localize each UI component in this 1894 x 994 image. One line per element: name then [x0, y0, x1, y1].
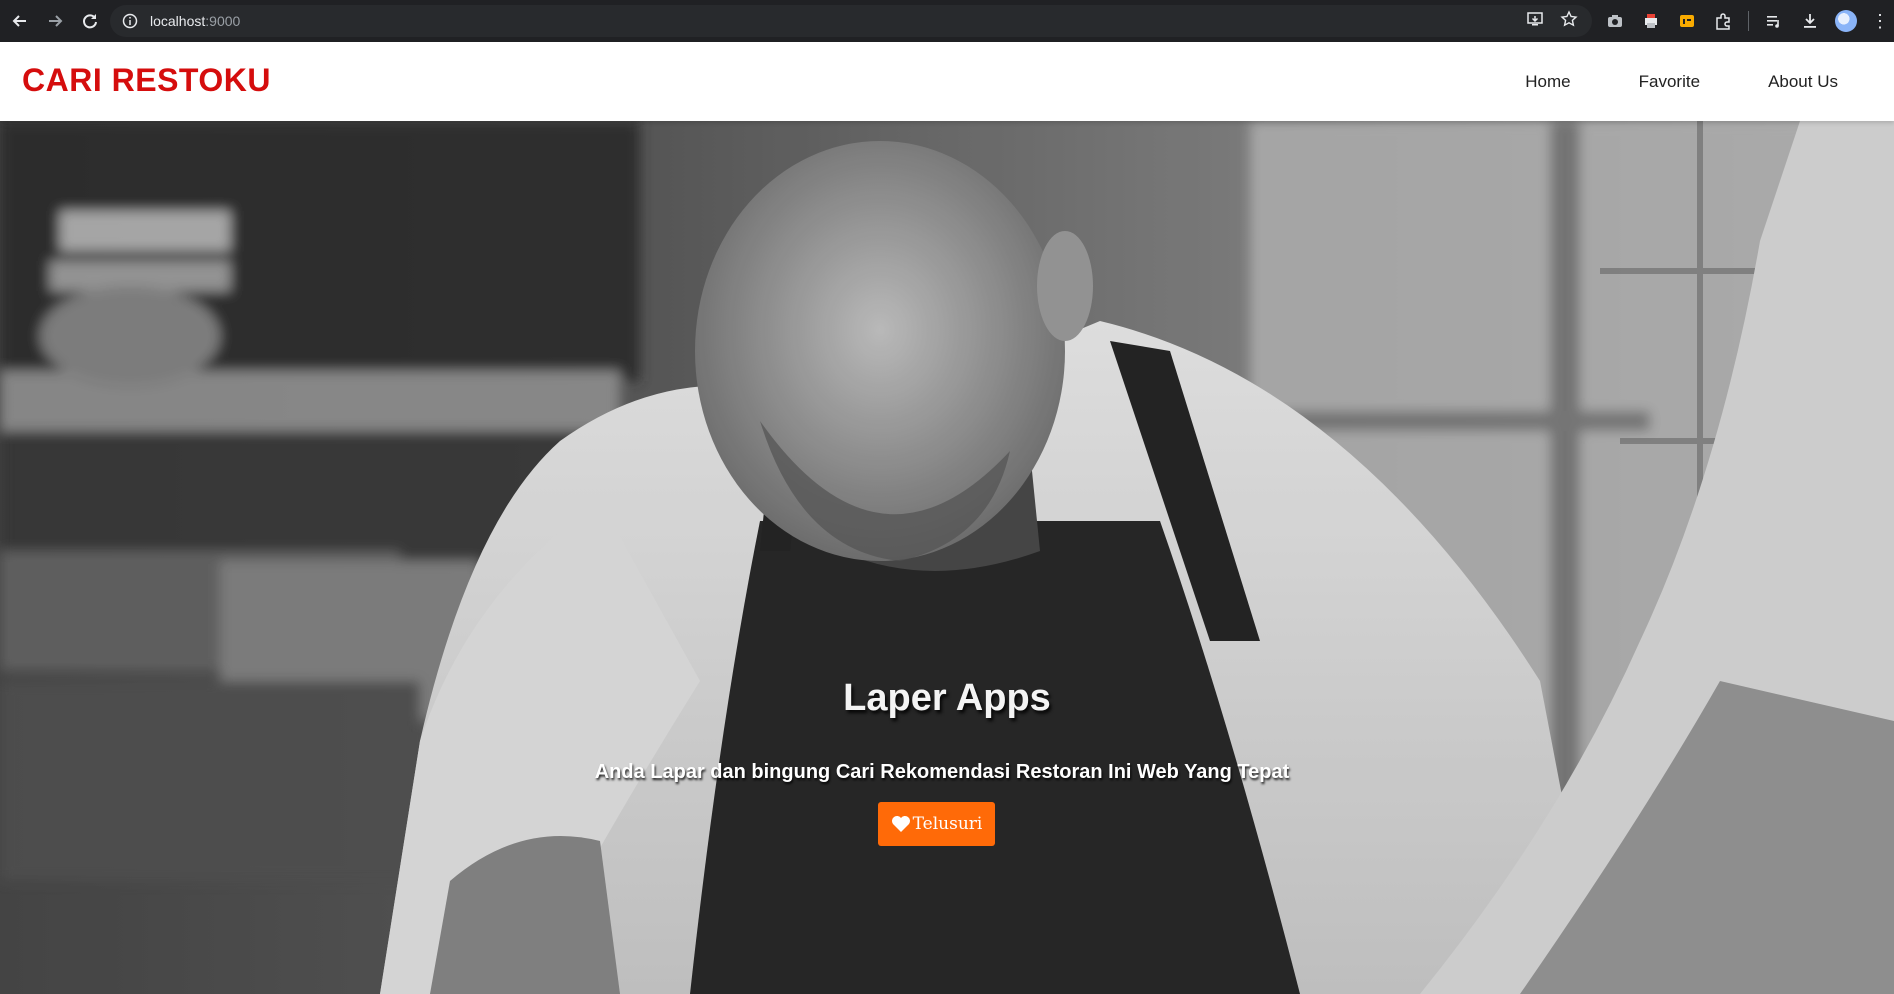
hero-section: Laper Apps Anda Lapar dan bingung Cari R… — [0, 121, 1894, 994]
brand-logo[interactable]: CARI RESTOKU — [22, 62, 271, 99]
avatar-icon[interactable] — [1835, 10, 1857, 32]
reload-icon — [83, 14, 97, 29]
camera-icon[interactable] — [1604, 10, 1626, 32]
puzzle-icon[interactable] — [1712, 10, 1734, 32]
reload-button[interactable] — [75, 6, 105, 36]
telusuri-button[interactable]: Telusuri — [878, 802, 995, 846]
kebab-menu-icon[interactable]: ⋮ — [1871, 12, 1889, 30]
toolbar-divider — [1748, 11, 1749, 31]
app-header: CARI RESTOKU Home Favorite About Us — [0, 42, 1894, 121]
printer-icon[interactable] — [1640, 10, 1662, 32]
nav-link-home[interactable]: Home — [1525, 72, 1570, 92]
nav-link-favorite[interactable]: Favorite — [1639, 72, 1700, 92]
address-bar[interactable]: localhost:9000 — [110, 5, 1592, 37]
browser-toolbar: localhost:9000 ⋮ — [0, 0, 1894, 42]
forward-button[interactable] — [40, 6, 70, 36]
url-port: :9000 — [205, 13, 241, 29]
omnibox-actions — [1526, 5, 1578, 37]
main-nav: Home Favorite About Us — [1457, 42, 1838, 121]
download-icon[interactable] — [1799, 10, 1821, 32]
playlist-icon[interactable] — [1763, 10, 1785, 32]
star-icon[interactable] — [1560, 9, 1578, 33]
hero-overlay — [0, 121, 1894, 994]
hero-subtitle: Anda Lapar dan bingung Cari Rekomendasi … — [594, 761, 1290, 783]
heart-icon — [891, 816, 910, 832]
extensions-area: ⋮ — [1604, 0, 1889, 42]
arrow-left-icon — [12, 15, 26, 27]
rss-icon[interactable] — [1676, 10, 1698, 32]
nav-link-about-us[interactable]: About Us — [1768, 72, 1838, 92]
hero-title: Laper Apps — [843, 677, 1051, 719]
url-host: localhost — [150, 13, 206, 29]
install-app-icon[interactable] — [1526, 10, 1544, 33]
arrow-right-icon — [49, 15, 63, 27]
back-button[interactable] — [5, 6, 35, 36]
info-icon[interactable] — [122, 13, 138, 29]
telusuri-button-label: Telusuri — [912, 814, 983, 834]
